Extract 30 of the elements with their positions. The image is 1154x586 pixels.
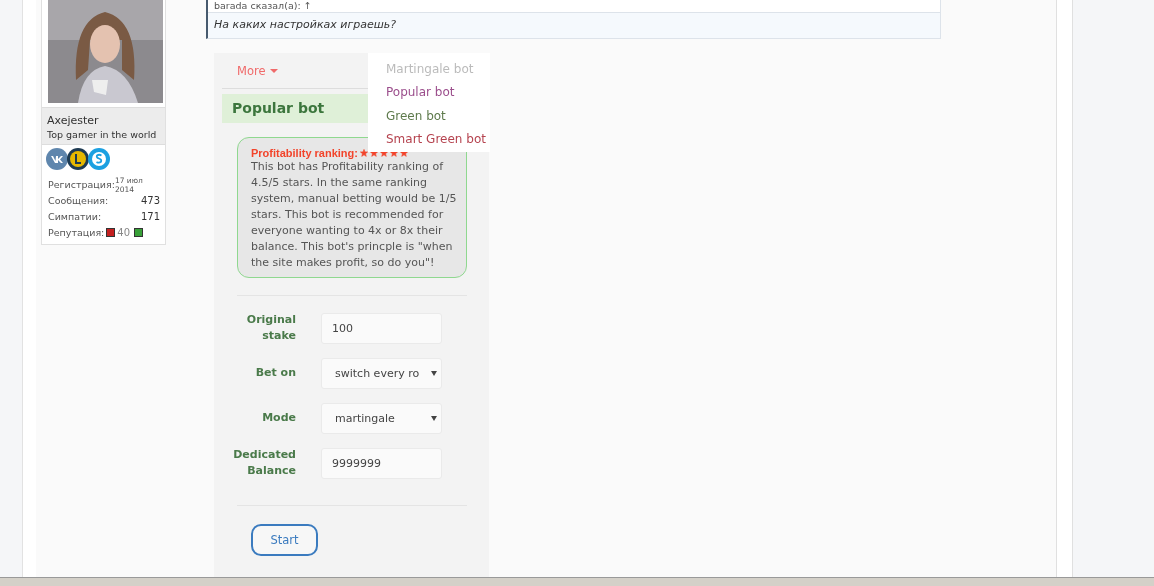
- dropdown-arrow-icon: [431, 370, 437, 376]
- minus-icon[interactable]: [106, 227, 116, 237]
- dropdown-arrow-icon: [431, 415, 437, 421]
- quote-author: barada сказал(а): ↑: [208, 0, 940, 13]
- stat-label: Сообщения:: [48, 194, 109, 206]
- caret-icon: [269, 69, 278, 73]
- description-text: This bot has Profitability ranking of 4.5/5 stars. In the same ranking system, manual betting would be 1/5 stars. This bot is recommended for everyone wanting to 4x or 8x their balance. This bot's princple is "when the site makes profit, so do you"!: [251, 159, 458, 271]
- field-label: Original stake: [245, 312, 296, 344]
- select-field[interactable]: martingale: [321, 402, 442, 434]
- field-label: Mode: [261, 410, 296, 426]
- username[interactable]: Axejester: [47, 114, 160, 128]
- select-field[interactable]: switch every ro: [321, 357, 442, 389]
- field-label: Bet on: [254, 365, 296, 381]
- plus-icon[interactable]: [134, 227, 144, 237]
- stat-value: 40: [117, 226, 131, 238]
- stat-value: 473: [140, 194, 160, 206]
- field-label: Dedicated Balance: [232, 447, 296, 479]
- quote-text: На каких настройках играешь?: [208, 13, 940, 38]
- stat-value: 171: [140, 210, 160, 222]
- stat-label: Симпатии:: [48, 210, 102, 222]
- user-title: Top gamer in the world: [47, 128, 158, 142]
- stat-label: Репутация:: [48, 226, 105, 238]
- menu-item[interactable]: Smart Green bot: [368, 127, 490, 152]
- input-field[interactable]: 9999999: [321, 447, 442, 479]
- ranking-label: Profitability ranking:: [251, 147, 358, 159]
- stat-label: Регистрация:: [48, 178, 115, 190]
- input-field[interactable]: 100: [321, 312, 442, 344]
- vk-icon[interactable]: [46, 148, 68, 170]
- coin-icon[interactable]: [67, 148, 89, 170]
- start-button[interactable]: Start: [251, 524, 318, 556]
